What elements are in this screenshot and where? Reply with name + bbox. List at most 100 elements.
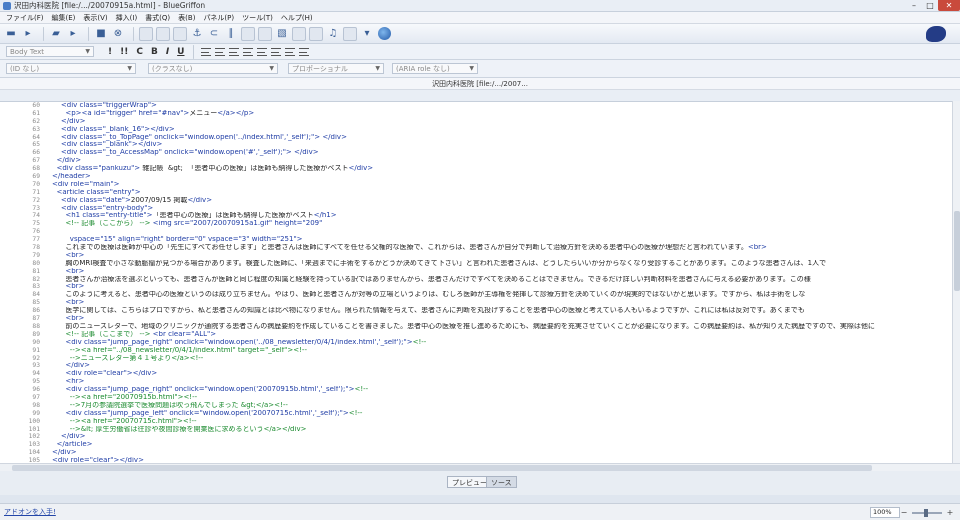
source-code[interactable]: <br> xyxy=(52,315,952,323)
source-code[interactable]: 患者さんが治療法を選ぶといっても、患者さんが医師と同じ程度の知識と経験を持ってい… xyxy=(52,276,952,284)
source-line[interactable]: 95 <hr> xyxy=(0,378,952,386)
align-justify-icon[interactable] xyxy=(299,47,310,56)
source-line[interactable]: 104 </div> xyxy=(0,449,952,457)
vertical-scroll-thumb[interactable] xyxy=(954,211,960,291)
comment-icon[interactable]: ▧ xyxy=(275,27,289,41)
source-line[interactable]: 100 --><a href="20070715c.html"><!-- xyxy=(0,418,952,426)
get-addons-link[interactable]: アドオンを入手! xyxy=(4,507,56,517)
source-code[interactable]: 医学に関しては、こちらはプロですから、私と患者さんの知識とは比べ物になりません。… xyxy=(52,307,952,315)
source-line[interactable]: 68 <div class="pankuzu"> 雑記帳 &gt; 「患者中心の… xyxy=(0,165,952,173)
menu-panel[interactable]: パネル(P) xyxy=(199,13,238,23)
source-line[interactable]: 82 患者さんが治療法を選ぶといっても、患者さんが医師と同じ程度の知識と経験を持… xyxy=(0,276,952,284)
menu-view[interactable]: 表示(V) xyxy=(79,13,111,23)
source-code[interactable]: これまでの医療は医師が中心の「先生にすべてお任せします」と患者さんは医師にすべて… xyxy=(52,244,952,252)
open-arrow-icon-2[interactable]: ▸ xyxy=(66,27,80,41)
maximize-button[interactable]: □ xyxy=(922,0,938,11)
indent-icon[interactable] xyxy=(243,47,254,56)
source-code[interactable]: --><a href="20070715c.html"><!-- xyxy=(52,418,952,426)
insert-video-icon[interactable] xyxy=(292,26,306,41)
source-code[interactable]: <div class="jump_page_left" onclick="win… xyxy=(52,410,952,418)
zoom-out-icon[interactable]: − xyxy=(900,508,908,517)
source-code[interactable]: <!-- 記事（ここから） --> <img src="2007/2007091… xyxy=(52,220,952,228)
source-line[interactable]: 63 <div class="_blank_16"></div> xyxy=(0,126,952,134)
zoom-slider[interactable] xyxy=(912,508,942,517)
class-select[interactable]: (クラスなし) ▼ xyxy=(148,63,278,74)
audio-icon[interactable]: ♫ xyxy=(326,27,340,41)
italic-button[interactable]: I xyxy=(166,47,169,57)
source-line[interactable]: 70 <div role="main"> xyxy=(0,181,952,189)
form-icon[interactable] xyxy=(241,26,255,41)
new-document-icon[interactable]: ▬ xyxy=(4,27,18,41)
source-code[interactable]: <div class="triggerWrap"> xyxy=(52,102,952,110)
open-folder-icon[interactable]: ▰ xyxy=(49,27,63,41)
source-line[interactable]: 89 <!-- 記事（ここまで） --> <br clear="ALL"> xyxy=(0,331,952,339)
source-line[interactable]: 78 これまでの医療は医師が中心の「先生にすべてお任せします」と患者さんは医師に… xyxy=(0,244,952,252)
source-code[interactable]: <div role="clear"></div> xyxy=(52,370,952,378)
emphasis-button[interactable]: ! xyxy=(108,47,112,57)
source-code[interactable]: </article> xyxy=(52,441,952,449)
anchor-icon[interactable]: ⚓ xyxy=(190,27,204,41)
source-code[interactable]: <div class="pankuzu"> 雑記帳 &gt; 「患者中心の医療」… xyxy=(52,165,952,173)
source-code[interactable]: <div class="_blank_16"></div> xyxy=(52,126,952,134)
source-code[interactable]: このように考えると、患者中心の医療というのは成り立ちません。やはり、医師と患者さ… xyxy=(52,291,952,299)
source-line[interactable]: 74 <h1 class="entry-title">「患者中心の医療」は医師も… xyxy=(0,212,952,220)
source-code[interactable]: <div class="entry-body"> xyxy=(52,205,952,213)
source-code[interactable]: </header> xyxy=(52,173,952,181)
menu-table[interactable]: 表(B) xyxy=(174,13,199,23)
source-line[interactable]: 77 vspace="15" align="right" border="0" … xyxy=(0,236,952,244)
source-tab[interactable]: ソース xyxy=(486,476,517,488)
clip-icon[interactable]: ∥ xyxy=(224,27,238,41)
menu-tools[interactable]: ツール(T) xyxy=(238,13,277,23)
insert-canvas-icon[interactable] xyxy=(343,26,357,41)
menu-edit[interactable]: 編集(E) xyxy=(48,13,80,23)
source-line[interactable]: 60 <div class="triggerWrap"> xyxy=(0,102,952,110)
font-family-select[interactable]: プロポーショナル ▼ xyxy=(288,63,384,74)
vertical-scrollbar[interactable] xyxy=(952,101,960,463)
source-line[interactable]: 81 <br> xyxy=(0,268,952,276)
source-code[interactable]: </div> xyxy=(52,157,952,165)
source-code[interactable]: --><a href="../08_newsletter/0/4/1/index… xyxy=(52,347,952,355)
source-line[interactable]: 93 </div> xyxy=(0,362,952,370)
source-line[interactable]: 80 胸のMRI検査で小さな動脈瘤が見つかる場合があります。検査した医師に、「来… xyxy=(0,260,952,268)
source-line[interactable]: 97 --><a href="20070915b.html"><!-- xyxy=(0,394,952,402)
insert-image-icon[interactable] xyxy=(258,26,272,41)
source-line[interactable]: 94 <div role="clear"></div> xyxy=(0,370,952,378)
list-bullets-icon[interactable] xyxy=(201,47,212,56)
source-line[interactable]: 66 <div class="_to_AccessMap" onclick="w… xyxy=(0,149,952,157)
source-line[interactable]: 61 <p><a id="trigger" href="#nav">メニュー</… xyxy=(0,110,952,118)
insert-block-icon[interactable] xyxy=(173,26,187,41)
insert-table-icon[interactable] xyxy=(139,26,153,41)
source-line[interactable]: 84 このように考えると、患者中心の医療というのは成り立ちません。やはり、医師と… xyxy=(0,291,952,299)
source-code[interactable]: <div class="jump_page_right" onclick="wi… xyxy=(52,386,952,394)
source-editor[interactable]: 60 <div class="triggerWrap"> 61 <p><a id=… xyxy=(0,101,952,463)
bold-button[interactable]: B xyxy=(151,47,158,57)
source-code[interactable]: <div class="_blank"></div> xyxy=(52,141,952,149)
source-code[interactable]: <br> xyxy=(52,252,952,260)
strong-emphasis-button[interactable]: !! xyxy=(120,47,128,57)
source-line[interactable]: 72 <div class="date">2007/09/15 掲載</div> xyxy=(0,197,952,205)
outdent-icon[interactable] xyxy=(229,47,240,56)
list-numbers-icon[interactable] xyxy=(215,47,226,56)
source-code[interactable]: <div class="date">2007/09/15 掲載</div> xyxy=(52,197,952,205)
source-code[interactable]: -->7月の参議院選挙で医療問題は吹っ飛んでしまった &gt;</a><!-- xyxy=(52,402,952,410)
code-button[interactable]: C xyxy=(136,47,143,57)
source-line[interactable]: 96 <div class="jump_page_right" onclick=… xyxy=(0,386,952,394)
menu-format[interactable]: 書式(Q) xyxy=(141,13,174,23)
aria-role-select[interactable]: (ARIA role なし) ▼ xyxy=(392,63,478,74)
source-code[interactable]: -->&lt; 厚生労働省は往診や夜間診療を開業医に求めるという</a></di… xyxy=(52,426,952,434)
source-code[interactable]: <h1 class="entry-title">「患者中心の医療」は医師も納得し… xyxy=(52,212,952,220)
source-code[interactable]: <article class="entry"> xyxy=(52,189,952,197)
source-line[interactable]: 92 -->ニュースレター第４１号より</a><!-- xyxy=(0,355,952,363)
insert-media-icon[interactable] xyxy=(309,26,323,41)
source-line[interactable]: 83 <br> xyxy=(0,283,952,291)
stop-icon[interactable]: ⊗ xyxy=(111,27,125,41)
source-line[interactable]: 91 --><a href="../08_newsletter/0/4/1/in… xyxy=(0,347,952,355)
id-select[interactable]: (ID なし) ▼ xyxy=(6,63,136,74)
source-line[interactable]: 65 <div class="_blank"></div> xyxy=(0,141,952,149)
source-code[interactable]: 前のニュースレターで、地域のクリニックが通院する患者さんの病歴要約を作成している… xyxy=(52,323,952,331)
source-code[interactable]: vspace="15" align="right" border="0" vsp… xyxy=(52,236,952,244)
source-line[interactable]: 76 xyxy=(0,228,952,236)
source-code[interactable]: <!-- 記事（ここまで） --> <br clear="ALL"> xyxy=(52,331,952,339)
source-code[interactable]: <div class="_to_TopPage" onclick="window… xyxy=(52,134,952,142)
source-code[interactable]: <hr> xyxy=(52,378,952,386)
